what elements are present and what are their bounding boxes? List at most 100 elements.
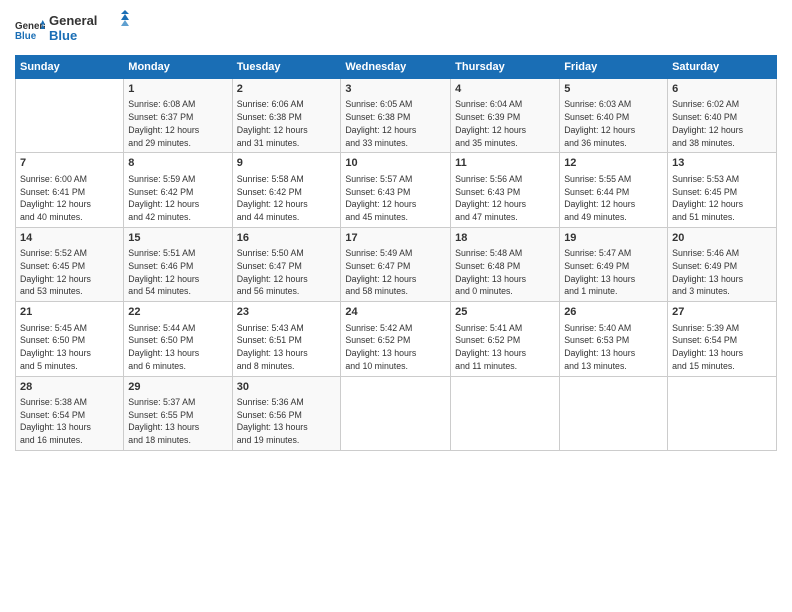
day-number: 4 <box>455 82 555 97</box>
calendar-cell: 14Sunrise: 5:52 AM Sunset: 6:45 PM Dayli… <box>16 227 124 301</box>
calendar-cell <box>341 376 451 450</box>
calendar-cell: 8 Sunrise: 5:59 AM Sunset: 6:42 PM Daylig… <box>124 153 232 227</box>
day-number: 13 <box>672 156 772 171</box>
calendar-cell: 10Sunrise: 5:57 AM Sunset: 6:43 PM Dayli… <box>341 153 451 227</box>
calendar-cell: 26 Sunrise: 5:40 AM Sunset: 6:53 PM Dayli… <box>560 302 668 376</box>
calendar-cell: 3Sunrise: 6:05 AM Sunset: 6:38 PM Daylig… <box>341 79 451 153</box>
logo: General Blue General Blue <box>15 10 134 51</box>
calendar-cell: 5Sunrise: 6:03 AM Sunset: 6:40 PM Daylig… <box>560 79 668 153</box>
day-number: 9 <box>237 156 337 171</box>
calendar-cell: 24 Sunrise: 5:42 AM Sunset: 6:52 PM Dayli… <box>341 302 451 376</box>
day-number: 23 <box>237 305 337 320</box>
day-info: Sunrise: 5:44 AM Sunset: 6:50 PM Dayligh… <box>128 322 227 373</box>
col-header-thursday: Thursday <box>451 56 560 79</box>
calendar-cell: 22Sunrise: 5:44 AM Sunset: 6:50 PM Dayli… <box>124 302 232 376</box>
day-number: 5 <box>564 82 663 97</box>
day-info: Sunrise: 5:59 AM Sunset: 6:42 PM Dayligh… <box>128 173 227 224</box>
calendar-cell <box>668 376 777 450</box>
day-number: 26 <box>564 305 663 320</box>
calendar-cell: 4Sunrise: 6:04 AM Sunset: 6:39 PM Daylig… <box>451 79 560 153</box>
day-info: Sunrise: 5:56 AM Sunset: 6:43 PM Dayligh… <box>455 173 555 224</box>
day-number: 3 <box>345 82 446 97</box>
calendar-cell: 11 Sunrise: 5:56 AM Sunset: 6:43 PM Dayli… <box>451 153 560 227</box>
col-header-wednesday: Wednesday <box>341 56 451 79</box>
calendar-cell: 19Sunrise: 5:47 AM Sunset: 6:49 PM Dayli… <box>560 227 668 301</box>
day-number: 11 <box>455 156 555 171</box>
calendar-cell <box>560 376 668 450</box>
day-info: Sunrise: 6:05 AM Sunset: 6:38 PM Dayligh… <box>345 98 446 149</box>
col-header-sunday: Sunday <box>16 56 124 79</box>
week-row-4: 21 Sunrise: 5:45 AM Sunset: 6:50 PM Dayli… <box>16 302 777 376</box>
col-header-friday: Friday <box>560 56 668 79</box>
calendar-cell: 23Sunrise: 5:43 AM Sunset: 6:51 PM Dayli… <box>232 302 341 376</box>
day-info: Sunrise: 6:04 AM Sunset: 6:39 PM Dayligh… <box>455 98 555 149</box>
calendar-cell <box>16 79 124 153</box>
day-info: Sunrise: 5:45 AM Sunset: 6:50 PM Dayligh… <box>20 322 119 373</box>
svg-text:Blue: Blue <box>15 31 37 42</box>
calendar-table: SundayMondayTuesdayWednesdayThursdayFrid… <box>15 55 777 451</box>
calendar-cell: 28Sunrise: 5:38 AM Sunset: 6:54 PM Dayli… <box>16 376 124 450</box>
calendar-cell: 17Sunrise: 5:49 AM Sunset: 6:47 PM Dayli… <box>341 227 451 301</box>
day-info: Sunrise: 5:58 AM Sunset: 6:42 PM Dayligh… <box>237 173 337 224</box>
svg-text:General: General <box>49 13 97 28</box>
day-info: Sunrise: 5:41 AM Sunset: 6:52 PM Dayligh… <box>455 322 555 373</box>
day-info: Sunrise: 5:55 AM Sunset: 6:44 PM Dayligh… <box>564 173 663 224</box>
day-number: 21 <box>20 305 119 320</box>
day-number: 8 <box>128 156 227 171</box>
day-info: Sunrise: 5:40 AM Sunset: 6:53 PM Dayligh… <box>564 322 663 373</box>
logo-icon: General Blue <box>15 18 45 43</box>
day-number: 2 <box>237 82 337 97</box>
day-number: 19 <box>564 231 663 246</box>
day-number: 29 <box>128 380 227 395</box>
page-container: General Blue General Blue Su <box>0 0 792 461</box>
day-number: 28 <box>20 380 119 395</box>
calendar-cell: 21 Sunrise: 5:45 AM Sunset: 6:50 PM Dayli… <box>16 302 124 376</box>
day-number: 7 <box>20 156 119 171</box>
day-info: Sunrise: 5:47 AM Sunset: 6:49 PM Dayligh… <box>564 247 663 298</box>
week-row-3: 14Sunrise: 5:52 AM Sunset: 6:45 PM Dayli… <box>16 227 777 301</box>
calendar-cell: 2Sunrise: 6:06 AM Sunset: 6:38 PM Daylig… <box>232 79 341 153</box>
day-number: 17 <box>345 231 446 246</box>
day-info: Sunrise: 5:42 AM Sunset: 6:52 PM Dayligh… <box>345 322 446 373</box>
day-info: Sunrise: 5:38 AM Sunset: 6:54 PM Dayligh… <box>20 396 119 447</box>
day-info: Sunrise: 5:51 AM Sunset: 6:46 PM Dayligh… <box>128 247 227 298</box>
day-info: Sunrise: 5:52 AM Sunset: 6:45 PM Dayligh… <box>20 247 119 298</box>
day-number: 6 <box>672 82 772 97</box>
day-number: 25 <box>455 305 555 320</box>
day-number: 27 <box>672 305 772 320</box>
calendar-cell: 18Sunrise: 5:48 AM Sunset: 6:48 PM Dayli… <box>451 227 560 301</box>
week-row-5: 28Sunrise: 5:38 AM Sunset: 6:54 PM Dayli… <box>16 376 777 450</box>
day-info: Sunrise: 6:02 AM Sunset: 6:40 PM Dayligh… <box>672 98 772 149</box>
calendar-cell: 27 Sunrise: 5:39 AM Sunset: 6:54 PM Dayli… <box>668 302 777 376</box>
day-number: 18 <box>455 231 555 246</box>
day-number: 12 <box>564 156 663 171</box>
header-row: SundayMondayTuesdayWednesdayThursdayFrid… <box>16 56 777 79</box>
day-number: 14 <box>20 231 119 246</box>
day-number: 20 <box>672 231 772 246</box>
calendar-cell: 7 Sunrise: 6:00 AM Sunset: 6:41 PM Daylig… <box>16 153 124 227</box>
calendar-cell: 6Sunrise: 6:02 AM Sunset: 6:40 PM Daylig… <box>668 79 777 153</box>
calendar-cell: 20Sunrise: 5:46 AM Sunset: 6:49 PM Dayli… <box>668 227 777 301</box>
day-info: Sunrise: 5:48 AM Sunset: 6:48 PM Dayligh… <box>455 247 555 298</box>
day-number: 30 <box>237 380 337 395</box>
day-number: 24 <box>345 305 446 320</box>
day-info: Sunrise: 5:37 AM Sunset: 6:55 PM Dayligh… <box>128 396 227 447</box>
calendar-cell: 12 Sunrise: 5:55 AM Sunset: 6:44 PM Dayli… <box>560 153 668 227</box>
logo-svg: General Blue <box>49 10 134 46</box>
calendar-cell: 29Sunrise: 5:37 AM Sunset: 6:55 PM Dayli… <box>124 376 232 450</box>
calendar-cell: 30Sunrise: 5:36 AM Sunset: 6:56 PM Dayli… <box>232 376 341 450</box>
calendar-cell: 15Sunrise: 5:51 AM Sunset: 6:46 PM Dayli… <box>124 227 232 301</box>
day-info: Sunrise: 6:03 AM Sunset: 6:40 PM Dayligh… <box>564 98 663 149</box>
calendar-cell: 16Sunrise: 5:50 AM Sunset: 6:47 PM Dayli… <box>232 227 341 301</box>
calendar-cell: 9 Sunrise: 5:58 AM Sunset: 6:42 PM Daylig… <box>232 153 341 227</box>
day-info: Sunrise: 5:39 AM Sunset: 6:54 PM Dayligh… <box>672 322 772 373</box>
day-info: Sunrise: 6:08 AM Sunset: 6:37 PM Dayligh… <box>128 98 227 149</box>
calendar-cell: 25 Sunrise: 5:41 AM Sunset: 6:52 PM Dayli… <box>451 302 560 376</box>
day-info: Sunrise: 5:50 AM Sunset: 6:47 PM Dayligh… <box>237 247 337 298</box>
day-number: 15 <box>128 231 227 246</box>
col-header-tuesday: Tuesday <box>232 56 341 79</box>
svg-text:Blue: Blue <box>49 28 77 43</box>
calendar-cell: 13Sunrise: 5:53 AM Sunset: 6:45 PM Dayli… <box>668 153 777 227</box>
col-header-saturday: Saturday <box>668 56 777 79</box>
day-info: Sunrise: 6:00 AM Sunset: 6:41 PM Dayligh… <box>20 173 119 224</box>
